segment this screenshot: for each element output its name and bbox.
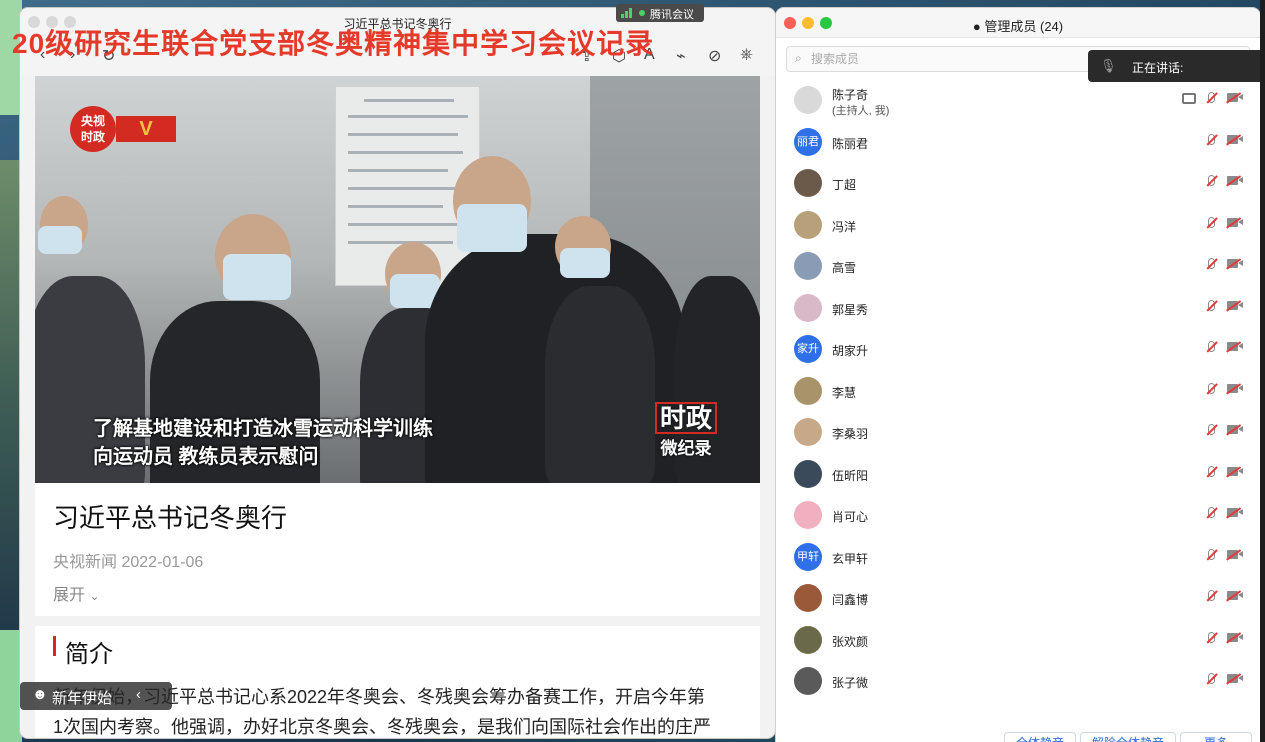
chevron-down-icon: ⌄: [89, 589, 100, 603]
screen-share-icon[interactable]: [1182, 93, 1196, 104]
member-row[interactable]: 李桑羽: [776, 412, 1260, 454]
member-list: 陈子奇 (主持人, 我) 丽君 陈丽君丁超冯洋高雪郭星秀家升 胡家升李慧李桑羽伍昕阳肖可…: [776, 80, 1260, 703]
member-row[interactable]: 丁超: [776, 163, 1260, 205]
section-divider: [35, 616, 760, 626]
member-row[interactable]: 丽君 陈丽君: [776, 122, 1260, 164]
more-button[interactable]: 更多: [1180, 732, 1252, 742]
meeting-record-title: 20级研究生联合党支部冬奥精神集中学习会议记录: [12, 28, 655, 59]
person-icon: ●: [972, 19, 981, 34]
avatar: [794, 86, 822, 114]
avatar: [794, 293, 822, 322]
member-row[interactable]: 郭星秀: [776, 288, 1260, 330]
avatar: [794, 376, 822, 405]
member-row[interactable]: 陈子奇 (主持人, 我): [776, 80, 1260, 122]
member-name: 陈丽君: [832, 136, 869, 151]
member-row[interactable]: 肖可心: [776, 495, 1260, 537]
footer-buttons: 全体静音 解除全体静音 更多: [776, 732, 1260, 742]
member-row[interactable]: 张子微: [776, 661, 1260, 703]
member-name: 陈子奇: [832, 88, 869, 102]
member-row[interactable]: 家升 胡家升: [776, 329, 1260, 371]
member-name: 李桑羽: [832, 427, 869, 441]
members-titlebar: ● 管理成员 (24): [776, 8, 1260, 38]
section-title: 简介: [65, 641, 113, 668]
article-content: 央视 时政 V 了解基地建设和打造冰雪运动科学训练 向运动员 教练员表示慰问 时…: [35, 76, 760, 738]
article-meta: 央视新闻 2022-01-06: [53, 548, 203, 572]
member-row[interactable]: 张欢颜: [776, 620, 1260, 662]
expand-button[interactable]: 展开 ⌄: [53, 581, 100, 605]
tampermonkey-icon[interactable]: ⎈: [740, 46, 753, 64]
compass-icon[interactable]: ⊘: [708, 46, 721, 66]
cctv-logo-v: V: [116, 116, 176, 142]
hover-text: 新年伊始: [52, 690, 113, 707]
avatar: [794, 667, 822, 695]
member-row[interactable]: 甲轩 玄甲轩: [776, 537, 1260, 579]
avatar: [794, 169, 822, 197]
video-person: [457, 204, 527, 252]
chevron-left-icon[interactable]: ‹: [136, 686, 141, 703]
member-row[interactable]: 闫鑫博: [776, 578, 1260, 620]
member-name: 胡家升: [832, 344, 869, 358]
hover-toolbar: ⌗ ☻ 新年伊始 ‹: [20, 682, 172, 710]
member-name: 郭星秀: [832, 302, 869, 317]
section-marker: [53, 636, 56, 656]
desktop-edge: [1260, 0, 1265, 742]
avatar: [794, 418, 822, 446]
emoji-icon[interactable]: ☻: [32, 686, 48, 703]
member-name: 伍昕阳: [832, 468, 869, 483]
mute-all-button[interactable]: 全体静音: [1004, 732, 1076, 742]
video-person: [545, 286, 655, 483]
browser-window: 习近平总书记冬奥行 ‹ › ↻ ⇪ ⬡ A ⌁ ⊘ ⎈ 央视 时政 V 了解基地…: [20, 8, 775, 738]
search-icon: ⌕: [795, 51, 802, 65]
avatar: [794, 501, 822, 529]
desktop-wallpaper-strip: [0, 160, 22, 630]
desktop-wallpaper-strip: [0, 630, 22, 742]
article-title: 习近平总书记冬奥行: [53, 503, 288, 533]
avatar: [794, 584, 822, 612]
article-date: 2022-01-06: [121, 554, 204, 571]
member-name: 肖可心: [832, 510, 869, 524]
avatar: [794, 625, 822, 654]
video-person: [560, 248, 610, 278]
member-name: 李慧: [832, 385, 857, 400]
members-window: ● 管理成员 (24) ⌕ 🎙 正在讲话: 陈子奇 (主持人, 我) 丽君陈丽君丁超…: [776, 8, 1260, 742]
avatar: [794, 210, 822, 239]
video-person: [223, 254, 291, 300]
member-row[interactable]: 李慧: [776, 371, 1260, 413]
muted-mic-icon: 🎙: [1100, 58, 1117, 73]
member-name: 高雪: [832, 261, 857, 275]
video-subtitle-line1: 了解基地建设和打造冰雪运动科学训练: [93, 418, 433, 440]
member-name: 闫鑫博: [832, 593, 869, 607]
video-player[interactable]: 央视 时政 V 了解基地建设和打造冰雪运动科学训练 向运动员 教练员表示慰问 时…: [35, 76, 760, 483]
video-person: [38, 226, 82, 254]
video-subtitle-line2: 向运动员 教练员表示慰问: [93, 446, 319, 468]
member-row[interactable]: 高雪: [776, 246, 1260, 288]
cctv-logo: 央视 时政 V: [70, 106, 190, 152]
speaking-indicator: 🎙 正在讲话:: [1088, 50, 1260, 82]
member-row[interactable]: 伍昕阳: [776, 454, 1260, 496]
member-role: (主持人, 我): [832, 105, 890, 117]
video-watermark: 时政 微纪录: [655, 402, 718, 459]
member-row[interactable]: 冯洋: [776, 205, 1260, 247]
avatar: 丽君: [794, 127, 822, 156]
avatar: [794, 252, 822, 280]
status-dot: [639, 10, 645, 16]
unmute-all-button[interactable]: 解除全体静音: [1080, 732, 1176, 742]
member-name: 玄甲轩: [832, 551, 869, 566]
tencent-meeting-badge[interactable]: 腾讯会议: [616, 4, 704, 22]
avatar: 甲轩: [794, 542, 822, 571]
member-name: 冯洋: [832, 219, 857, 234]
member-name: 丁超: [832, 178, 857, 192]
link-icon[interactable]: ⌁: [676, 46, 686, 66]
cctv-logo-circle: 央视 时政: [70, 106, 116, 152]
article-source: 央视新闻: [53, 554, 118, 571]
avatar: [794, 459, 822, 488]
member-name: 张子微: [832, 676, 869, 690]
avatar: 家升: [794, 335, 822, 363]
member-name: 张欢颜: [832, 634, 869, 649]
signal-icon: [621, 8, 633, 18]
members-title: ● 管理成员 (24): [972, 19, 1064, 34]
